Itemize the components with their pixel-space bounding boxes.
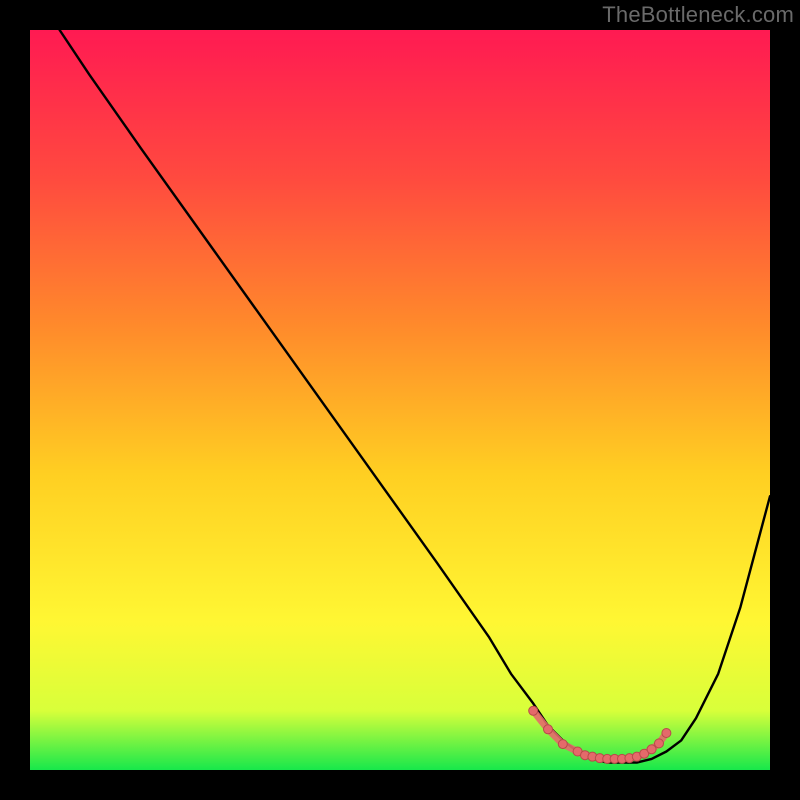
highlight-marker (655, 739, 664, 748)
highlight-marker (544, 725, 553, 734)
highlight-marker (558, 740, 567, 749)
bottleneck-curve-plot (30, 30, 770, 770)
gradient-background (30, 30, 770, 770)
highlight-marker (529, 706, 538, 715)
highlight-marker (647, 745, 656, 754)
highlight-marker (662, 729, 671, 738)
watermark-text: TheBottleneck.com (602, 2, 794, 28)
plot-svg (30, 30, 770, 770)
chart-frame: TheBottleneck.com (0, 0, 800, 800)
